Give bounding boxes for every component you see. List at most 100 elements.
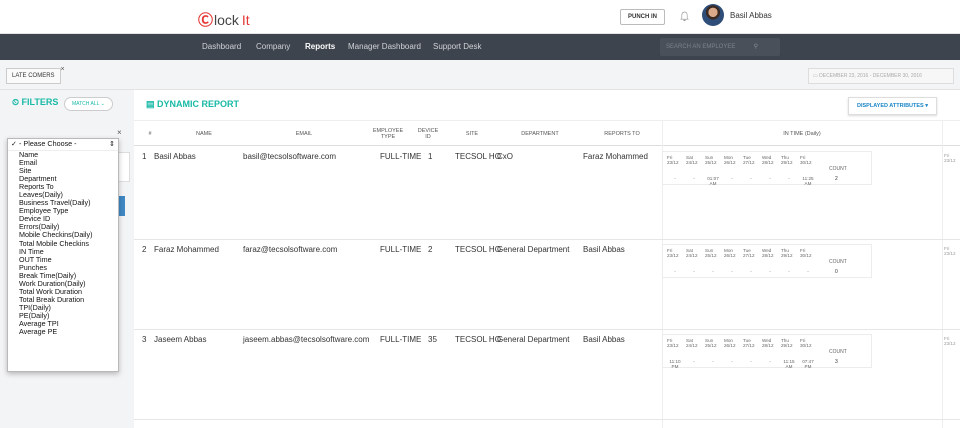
search-placeholder: SEARCH AN EMPLOYEE bbox=[666, 44, 736, 50]
col-in-time[interactable]: IN TIME (Daily) bbox=[662, 121, 942, 147]
col-device-id[interactable]: DEVICE ID bbox=[418, 121, 438, 147]
punch-in-button[interactable]: PUNCH IN bbox=[620, 9, 666, 25]
date-range-picker[interactable]: ▭ DECEMBER 23, 2016 - DECEMBER 30, 2016 bbox=[808, 68, 954, 84]
displayed-attributes-button[interactable]: DISPLAYED ATTRIBUTES ▾ bbox=[848, 97, 938, 115]
day-header: Thu 29/12 bbox=[781, 338, 793, 348]
count-label: COUNT bbox=[829, 259, 847, 265]
day-header: Thu 29/12 bbox=[781, 248, 793, 258]
day-header: Fri 30/12 bbox=[800, 155, 812, 165]
day-time-value: - bbox=[674, 176, 676, 181]
avatar[interactable] bbox=[702, 4, 724, 26]
bell-icon[interactable] bbox=[680, 11, 689, 22]
nav-company[interactable]: Company bbox=[256, 34, 290, 60]
cell-reports-to: Basil Abbas bbox=[583, 335, 625, 344]
nav-manager-dashboard[interactable]: Manager Dashboard bbox=[348, 34, 421, 60]
cell-site: TECSOL HO bbox=[455, 152, 501, 161]
cell-email[interactable]: basil@tecsolsoftware.com bbox=[243, 152, 336, 161]
next-column-edge: Fri 23/12 bbox=[944, 246, 956, 256]
attribute-select-dropdown[interactable]: ✓ - Please Choose - ⇕ Name Email Site Depar… bbox=[7, 138, 119, 372]
day-time-value: - bbox=[731, 269, 733, 274]
cell-email[interactable]: jaseem.abbas@tecsolsoftware.com bbox=[243, 335, 369, 344]
user-name[interactable]: Basil Abbas bbox=[730, 11, 772, 20]
day-time-value: - bbox=[750, 269, 752, 274]
day-time-value: 07:47 PM bbox=[802, 359, 814, 369]
day-header: Tue 27/12 bbox=[743, 338, 755, 348]
sub-toolbar: LATE COMERS × ▭ DECEMBER 23, 2016 - DECE… bbox=[0, 60, 960, 90]
filter-icon: ⏲ bbox=[12, 97, 22, 107]
day-time-value: - bbox=[769, 176, 771, 181]
count-value: 3 bbox=[835, 359, 838, 365]
day-time-value: 11:25 AM bbox=[802, 176, 814, 186]
col-site[interactable]: SITE bbox=[452, 121, 492, 147]
day-header: Tue 27/12 bbox=[743, 248, 755, 258]
match-all-dropdown[interactable]: MATCH ALL ⌄ bbox=[64, 97, 113, 111]
cell-num: 1 bbox=[142, 152, 147, 161]
day-header: Fri 23/12 bbox=[667, 155, 679, 165]
col-department[interactable]: DEPARTMENT bbox=[500, 121, 580, 147]
close-icon[interactable]: × bbox=[117, 128, 122, 137]
day-time-value: - bbox=[807, 269, 809, 274]
day-header: Mon 26/12 bbox=[724, 248, 736, 258]
day-time-value: - bbox=[769, 269, 771, 274]
col-email[interactable]: EMAIL bbox=[244, 121, 364, 147]
day-time-value: - bbox=[674, 269, 676, 274]
cell-site: TECSOL HO bbox=[455, 245, 501, 254]
dropdown-options: Name Email Site Department Reports To Leaves(… bbox=[8, 150, 118, 336]
table-row[interactable]: 1 Basil Abbas basil@tecsolsoftware.com FULL… bbox=[134, 147, 960, 240]
nav-support-desk[interactable]: Support Desk bbox=[433, 34, 481, 60]
late-comers-chip[interactable]: LATE COMERS × bbox=[6, 66, 65, 84]
cell-type: FULL-TIME bbox=[380, 335, 422, 344]
check-icon: ✓ bbox=[11, 139, 20, 148]
report-area: ▤ DYNAMIC REPORT DISPLAYED ATTRIBUTES ▾ … bbox=[134, 90, 960, 428]
day-header: Thu 29/12 bbox=[781, 155, 793, 165]
day-time-value: - bbox=[769, 359, 771, 364]
day-header: Fri 30/12 bbox=[800, 248, 812, 258]
day-time-value: - bbox=[750, 176, 752, 181]
dropdown-option[interactable]: Average PE bbox=[8, 328, 118, 336]
search-icon: ⚲ bbox=[753, 44, 758, 50]
document-icon: ▤ bbox=[146, 99, 158, 109]
cell-num: 2 bbox=[142, 245, 147, 254]
day-header: Fri 23/12 bbox=[667, 248, 679, 258]
clockit-logo[interactable]: Ⓒ lock It bbox=[198, 9, 250, 30]
chip-label: LATE COMERS bbox=[12, 73, 55, 79]
day-header: Fri 23/12 bbox=[667, 338, 679, 348]
nav-reports[interactable]: Reports bbox=[305, 34, 335, 60]
cell-dept: General Department bbox=[497, 245, 570, 254]
day-header: Fri 30/12 bbox=[800, 338, 812, 348]
cell-device: 2 bbox=[428, 245, 433, 254]
day-header: Wed 28/12 bbox=[762, 338, 774, 348]
day-time-value: - bbox=[712, 359, 714, 364]
cell-num: 3 bbox=[142, 335, 147, 344]
day-time-value: - bbox=[731, 176, 733, 181]
main-nav: Dashboard Company Reports Manager Dashbo… bbox=[0, 34, 960, 60]
close-icon[interactable]: × bbox=[60, 63, 64, 77]
col-reports-to[interactable]: REPORTS TO bbox=[584, 121, 660, 147]
day-time-value: - bbox=[788, 269, 790, 274]
clock-logo-icon: Ⓒ bbox=[198, 12, 214, 29]
col-name[interactable]: NAME bbox=[164, 121, 244, 147]
day-header: Sat 24/12 bbox=[686, 155, 698, 165]
cell-email[interactable]: faraz@tecsolsoftware.com bbox=[243, 245, 337, 254]
cell-name: Jaseem Abbas bbox=[154, 335, 207, 344]
cell-type: FULL-TIME bbox=[380, 245, 422, 254]
day-header: Sat 24/12 bbox=[686, 248, 698, 258]
count-label: COUNT bbox=[829, 349, 847, 355]
nav-dashboard[interactable]: Dashboard bbox=[202, 34, 241, 60]
date-range-text: DECEMBER 23, 2016 - DECEMBER 30, 2016 bbox=[819, 73, 922, 79]
col-employee-type[interactable]: EMPLOYEE TYPE bbox=[370, 121, 406, 147]
day-time-value: 11:10 PM bbox=[669, 359, 681, 369]
dropdown-selected[interactable]: ✓ - Please Choose - ⇕ bbox=[8, 140, 118, 151]
in-time-grid: Fri 23/12 11:10 PM Sat 24/12 - Sun 25/12 - Mon… bbox=[662, 334, 872, 369]
logo-text-left: lock bbox=[214, 11, 239, 28]
cell-reports-to: Faraz Mohammed bbox=[583, 152, 648, 161]
search-input[interactable]: SEARCH AN EMPLOYEE ⚲ bbox=[660, 38, 780, 56]
next-column-edge: Fri 23/12 bbox=[944, 153, 956, 163]
cell-type: FULL-TIME bbox=[380, 152, 422, 161]
col-num[interactable]: # bbox=[140, 121, 160, 147]
table-row[interactable]: 3 Jaseem Abbas jaseem.abbas@tecsolsoftware… bbox=[134, 330, 960, 420]
day-header: Mon 26/12 bbox=[724, 155, 736, 165]
table-row[interactable]: 2 Faraz Mohammed faraz@tecsolsoftware.com F… bbox=[134, 240, 960, 330]
count-label: COUNT bbox=[829, 166, 847, 172]
day-time-value: 01:07 AM bbox=[707, 176, 719, 186]
